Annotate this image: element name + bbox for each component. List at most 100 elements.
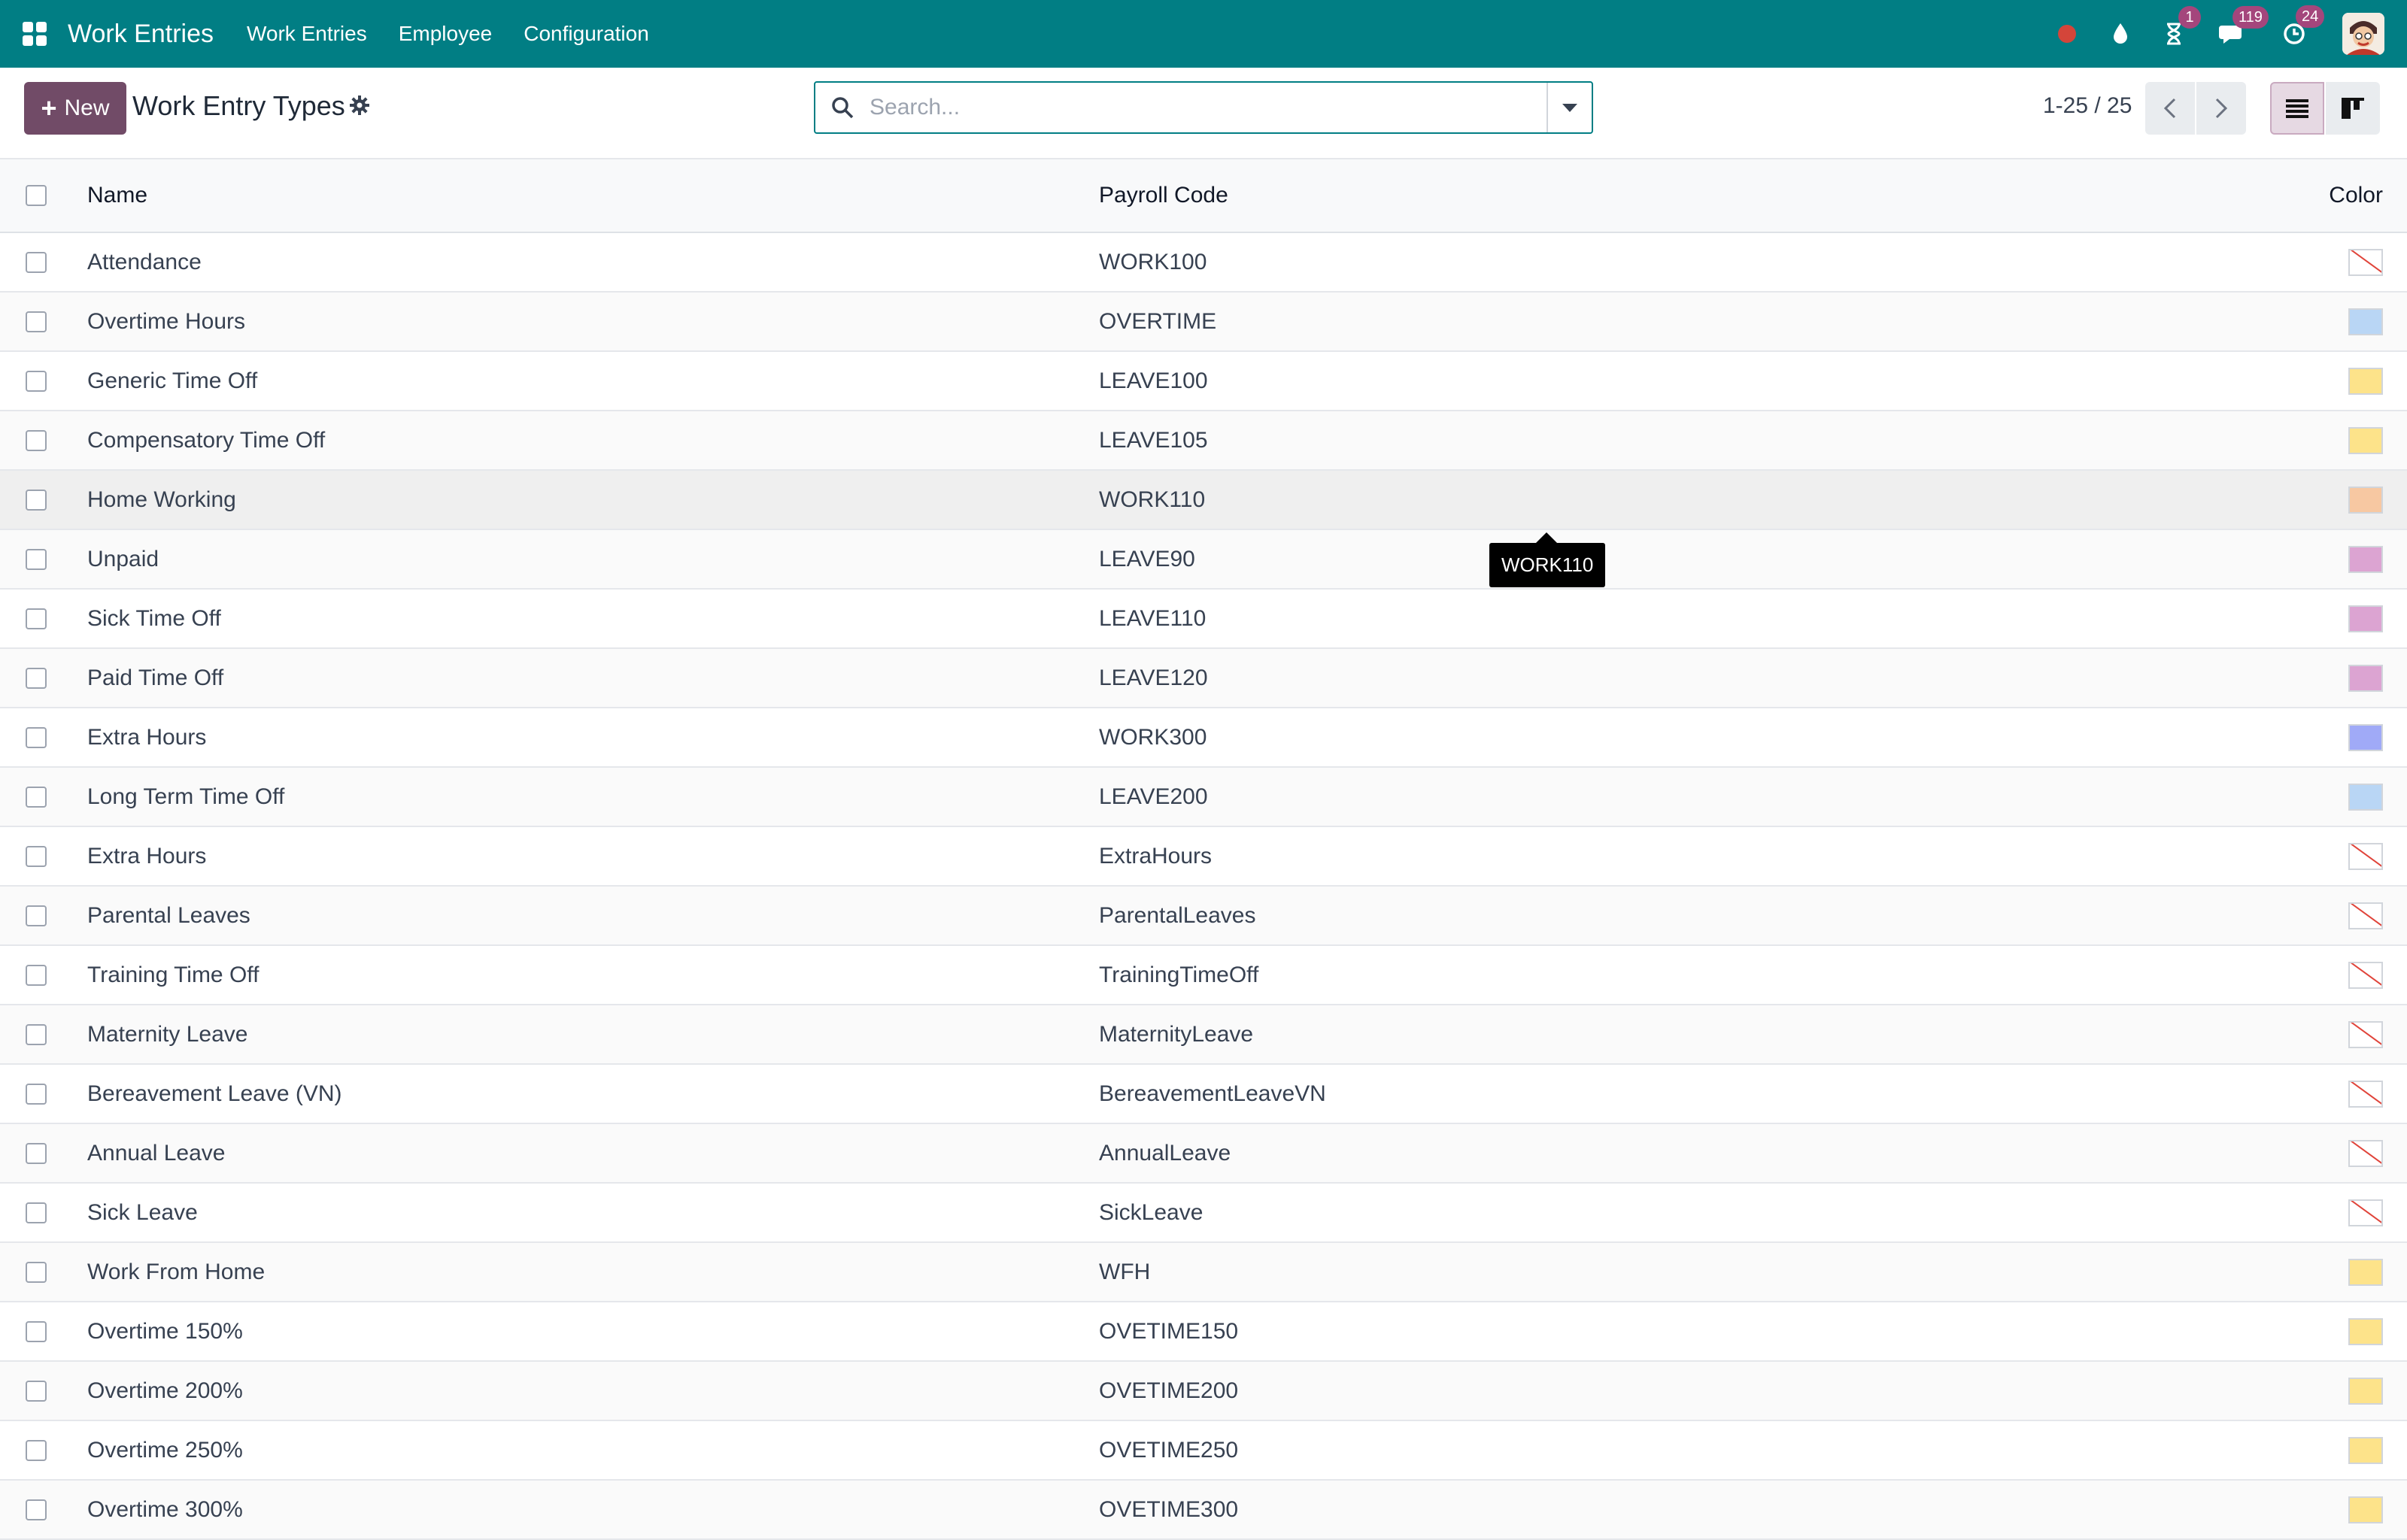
row-checkbox[interactable] — [26, 964, 47, 986]
cell-payroll-code: WFH — [1099, 1259, 1151, 1284]
color-swatch — [2348, 1199, 2383, 1226]
row-checkbox[interactable] — [26, 311, 47, 332]
row-checkbox[interactable] — [26, 1499, 47, 1520]
search-options-toggle[interactable] — [1546, 83, 1592, 132]
list-body: Attendance WORK100 Overtime Hours OVERTIME G… — [0, 233, 2407, 1540]
column-header-color[interactable]: Color — [2302, 183, 2407, 208]
row-checkbox[interactable] — [26, 905, 47, 926]
row-checkbox[interactable] — [26, 608, 47, 629]
messages-icon[interactable]: 119 — [2219, 6, 2269, 45]
menu-work-entries[interactable]: Work Entries — [247, 22, 367, 46]
cell-payroll-code: LEAVE120 — [1099, 665, 1208, 690]
column-header-name[interactable]: Name — [72, 183, 1099, 208]
table-row[interactable]: Overtime 150% OVETIME150 — [0, 1302, 2407, 1362]
table-row[interactable]: Overtime 300% OVETIME300 — [0, 1481, 2407, 1540]
cell-name: Overtime 150% — [87, 1318, 243, 1344]
apps-menu-icon[interactable] — [23, 22, 47, 46]
row-checkbox[interactable] — [26, 1320, 47, 1342]
row-checkbox[interactable] — [26, 1261, 47, 1283]
table-row[interactable]: Work From Home WFH — [0, 1243, 2407, 1302]
plus-icon: + — [41, 92, 57, 123]
cell-name: Sick Time Off — [87, 605, 221, 631]
row-checkbox[interactable] — [26, 1439, 47, 1461]
cell-payroll-code: WORK300 — [1099, 724, 1207, 750]
activity-hourglass-icon[interactable]: 1 — [2165, 6, 2201, 45]
cell-name: Attendance — [87, 249, 202, 274]
color-swatch — [2348, 783, 2383, 811]
table-row[interactable]: Attendance WORK100 — [0, 233, 2407, 293]
table-row[interactable]: Overtime Hours OVERTIME — [0, 293, 2407, 352]
cell-name: Annual Leave — [87, 1140, 226, 1166]
table-row[interactable]: Generic Time Off LEAVE100 — [0, 352, 2407, 411]
color-swatch — [2348, 1377, 2383, 1405]
column-header-payroll-code[interactable]: Payroll Code — [1099, 183, 2302, 208]
cell-name: Compensatory Time Off — [87, 427, 326, 453]
list-view-button[interactable] — [2270, 82, 2324, 135]
table-row[interactable]: Home Working WORK110 — [0, 471, 2407, 530]
table-row[interactable]: Extra Hours ExtraHours — [0, 827, 2407, 887]
menu-configuration[interactable]: Configuration — [524, 22, 649, 46]
table-row[interactable]: Overtime 250% OVETIME250 — [0, 1421, 2407, 1481]
user-avatar[interactable] — [2342, 13, 2384, 55]
row-checkbox[interactable] — [26, 726, 47, 748]
pager-value[interactable]: 1-25 / 25 — [2043, 93, 2132, 119]
cell-payroll-code: OVETIME200 — [1099, 1378, 1239, 1403]
cell-name: Home Working — [87, 487, 236, 512]
row-checkbox[interactable] — [26, 548, 47, 570]
search-bar — [814, 81, 1593, 134]
table-row[interactable]: Annual Leave AnnualLeave — [0, 1124, 2407, 1184]
pager-next-button[interactable] — [2196, 82, 2246, 135]
table-row[interactable]: Extra Hours WORK300 — [0, 708, 2407, 768]
row-checkbox[interactable] — [26, 786, 47, 808]
kanban-view-button[interactable] — [2326, 82, 2380, 135]
table-row[interactable]: Paid Time Off LEAVE120 — [0, 649, 2407, 708]
search-icon — [830, 95, 854, 120]
row-checkbox[interactable] — [26, 1083, 47, 1105]
table-row[interactable]: Sick Time Off LEAVE110 — [0, 590, 2407, 649]
app-brand[interactable]: Work Entries — [68, 20, 214, 49]
menu-employee[interactable]: Employee — [399, 22, 493, 46]
row-checkbox[interactable] — [26, 845, 47, 867]
color-swatch — [2348, 1436, 2383, 1464]
select-all-checkbox[interactable] — [26, 185, 47, 206]
cell-name: Maternity Leave — [87, 1021, 248, 1047]
cell-name: Training Time Off — [87, 962, 260, 987]
drop-icon[interactable] — [2112, 23, 2129, 45]
table-row[interactable]: Bereavement Leave (VN) BereavementLeaveVN — [0, 1065, 2407, 1124]
page-title: Work Entry Types — [132, 90, 345, 121]
table-row[interactable]: Training Time Off TrainingTimeOff — [0, 946, 2407, 1005]
color-swatch — [2348, 426, 2383, 454]
activity-badge: 1 — [2178, 6, 2201, 29]
table-row[interactable]: Long Term Time Off LEAVE200 — [0, 768, 2407, 827]
table-row[interactable]: Overtime 200% OVETIME200 — [0, 1362, 2407, 1421]
row-checkbox[interactable] — [26, 1380, 47, 1402]
row-checkbox[interactable] — [26, 370, 47, 392]
gear-icon[interactable] — [349, 95, 370, 120]
search-input[interactable] — [870, 85, 1516, 130]
color-swatch — [2348, 1139, 2383, 1167]
payroll-code-tooltip: WORK110 — [1489, 532, 1606, 587]
row-checkbox[interactable] — [26, 1023, 47, 1045]
updates-clock-icon[interactable]: 24 — [2282, 5, 2325, 46]
table-row[interactable]: Unpaid LEAVE90 — [0, 530, 2407, 590]
row-checkbox[interactable] — [26, 1202, 47, 1223]
row-checkbox[interactable] — [26, 251, 47, 273]
color-swatch — [2348, 545, 2383, 573]
row-checkbox[interactable] — [26, 489, 47, 511]
table-row[interactable]: Maternity Leave MaternityLeave — [0, 1005, 2407, 1065]
table-row[interactable]: Parental Leaves ParentalLeaves — [0, 887, 2407, 946]
cell-payroll-code: OVETIME150 — [1099, 1318, 1239, 1344]
cell-name: Extra Hours — [87, 843, 207, 869]
row-checkbox[interactable] — [26, 1142, 47, 1164]
new-button[interactable]: + New — [24, 82, 126, 135]
row-checkbox[interactable] — [26, 667, 47, 689]
cell-payroll-code: LEAVE110 — [1099, 605, 1207, 631]
cell-name: Bereavement Leave (VN) — [87, 1081, 342, 1106]
pager-previous-button[interactable] — [2145, 82, 2195, 135]
row-checkbox[interactable] — [26, 429, 47, 451]
cell-payroll-code: OVETIME300 — [1099, 1496, 1239, 1522]
table-row[interactable]: Sick Leave SickLeave — [0, 1184, 2407, 1243]
recording-dot-icon[interactable] — [2058, 25, 2076, 43]
cell-name: Overtime Hours — [87, 308, 246, 334]
table-row[interactable]: Compensatory Time Off LEAVE105 — [0, 411, 2407, 471]
